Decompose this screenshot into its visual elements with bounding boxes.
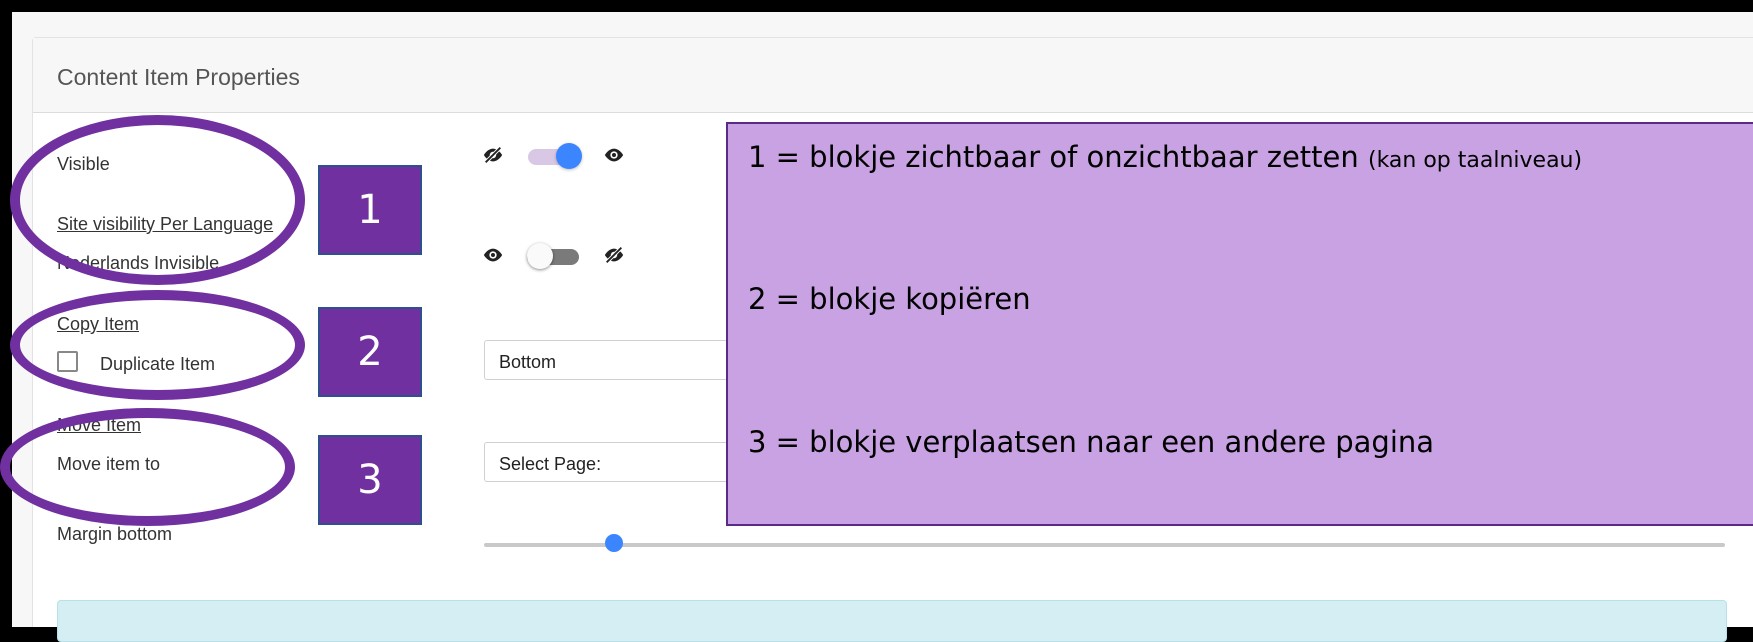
card-title: Content Item Properties	[57, 64, 300, 90]
info-alert	[57, 600, 1727, 642]
annotation-ellipse-3	[0, 408, 295, 526]
callout-line-1-main: 1 = blokje zichtbaar of onzichtbaar zett…	[748, 140, 1359, 174]
annotation-callout: 1 = blokje zichtbaar of onzichtbaar zett…	[726, 122, 1753, 526]
margin-bottom-label: Margin bottom	[57, 524, 173, 544]
eye-slash-icon	[483, 146, 503, 164]
visible-toggle[interactable]	[528, 143, 582, 169]
callout-line-1: 1 = blokje zichtbaar of onzichtbaar zett…	[748, 140, 1582, 174]
callout-line-3: 3 = blokje verplaatsen naar een andere p…	[748, 425, 1435, 459]
position-select-value: Bottom	[499, 352, 557, 372]
annotation-marker-2: 2	[318, 307, 422, 397]
margin-bottom-slider-track	[484, 543, 1725, 547]
callout-line-1-note: (kan op taalniveau)	[1367, 148, 1583, 173]
eye-icon	[604, 148, 624, 162]
language-visibility-toggle[interactable]	[527, 243, 579, 269]
annotation-ellipse-2	[10, 290, 305, 400]
page-select-value: Select Page:	[499, 454, 602, 474]
annotation-marker-1: 1	[318, 165, 422, 255]
visible-toggle-knob	[556, 143, 582, 169]
language-toggle-knob	[527, 243, 553, 269]
annotation-marker-3: 3	[318, 435, 422, 525]
margin-bottom-slider-thumb[interactable]	[605, 534, 623, 552]
annotation-ellipse-1	[10, 115, 305, 285]
eye-slash-icon	[604, 246, 624, 264]
callout-line-2: 2 = blokje kopiëren	[748, 282, 1031, 316]
eye-icon	[483, 248, 503, 262]
card-header: Content Item Properties	[33, 38, 1753, 113]
